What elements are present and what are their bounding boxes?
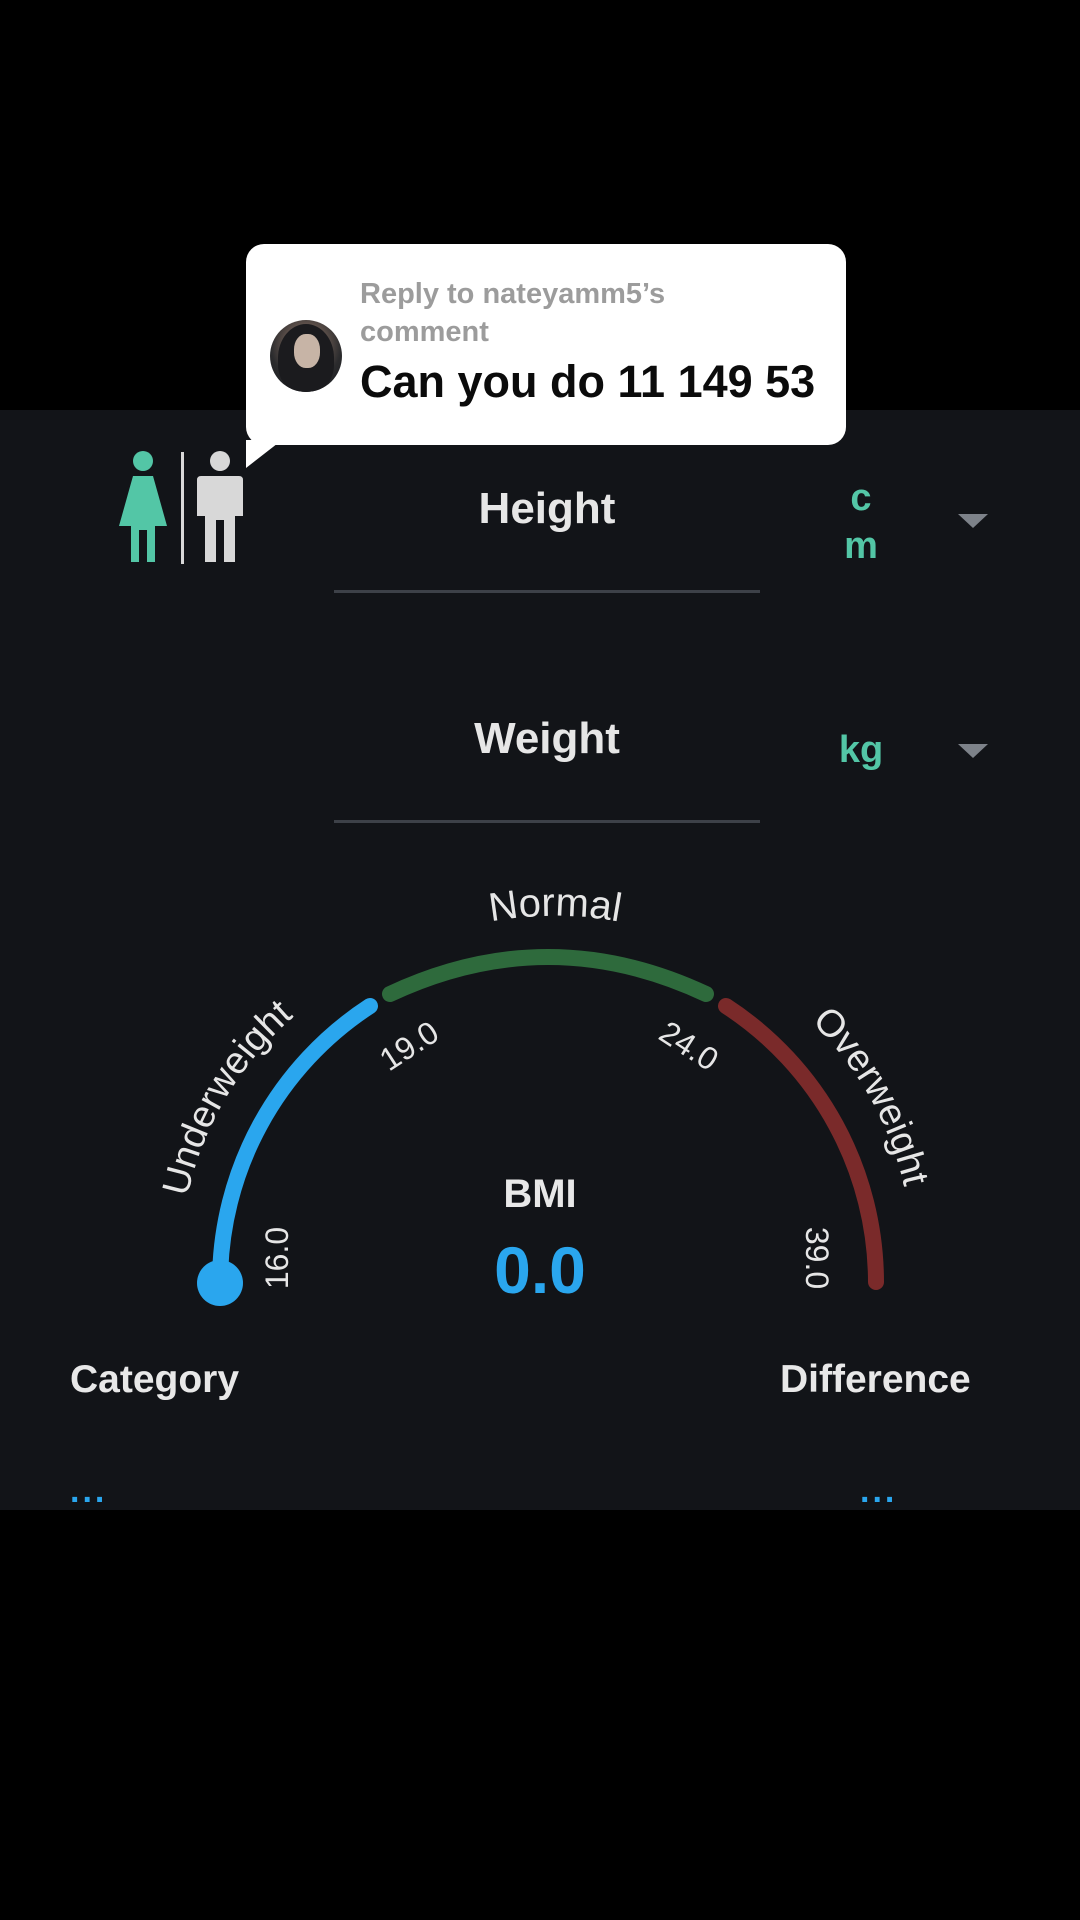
bmi-value: 0.0 [494, 1233, 586, 1307]
bmi-indicator-dot [197, 1260, 243, 1306]
reply-to-line2: comment [360, 316, 489, 348]
bmi-label: BMI [503, 1172, 577, 1216]
difference-label: Difference [780, 1358, 971, 1401]
difference-value: ... [860, 1472, 898, 1510]
tick-16: 16.0 [259, 1227, 295, 1289]
category-label: Category [70, 1358, 240, 1401]
commenter-avatar [270, 320, 342, 392]
normal-label: Normal [486, 880, 625, 930]
tick-19: 19.0 [373, 1014, 445, 1078]
reply-bubble-tail [246, 440, 282, 468]
normal-arc [382, 949, 714, 1002]
tick-39: 39.0 [799, 1227, 835, 1289]
comment-text: Can you do 11 149 53 [360, 356, 816, 407]
tick-24: 24.0 [653, 1014, 725, 1078]
reply-to-line1: Reply to nateyamm5’s [360, 278, 666, 310]
category-value: ... [70, 1472, 108, 1510]
